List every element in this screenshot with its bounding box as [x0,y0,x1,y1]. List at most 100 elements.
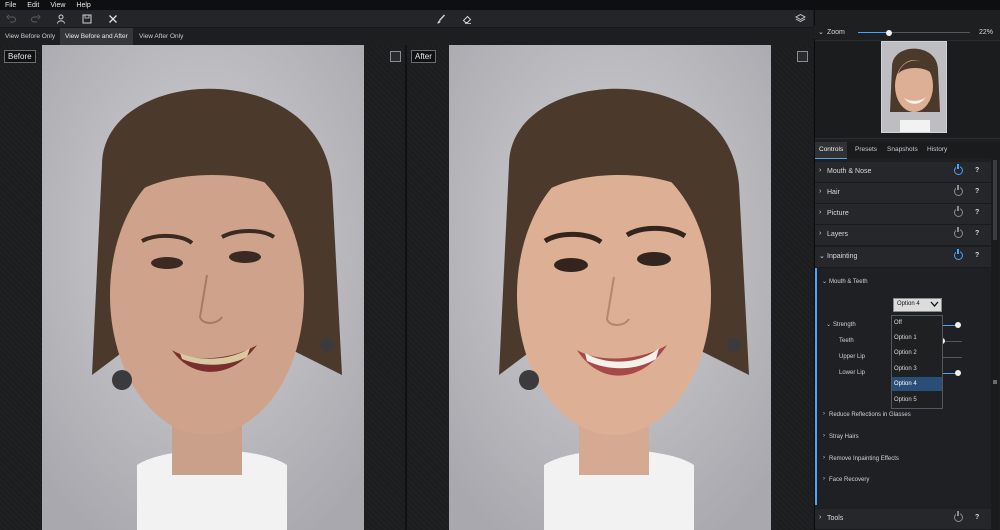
tab-presets[interactable]: Presets [851,142,881,158]
after-pane: After [407,45,813,530]
chevron-right-icon: › [819,209,822,216]
upper-lip-label: Upper Lip [839,354,866,360]
help-icon[interactable]: ? [975,514,979,521]
section-picture[interactable]: › Picture ? [815,204,991,225]
help-icon[interactable]: ? [975,209,979,216]
chevron-right-icon: › [819,514,822,521]
section-label: Layers [827,231,849,238]
close-icon[interactable] [104,10,122,27]
chevron-right-icon: › [819,167,822,174]
section-inpainting[interactable]: ⌄ Inpainting ? [815,247,991,268]
strength-slider-knob[interactable] [955,322,961,328]
help-icon[interactable]: ? [975,252,979,259]
person-icon[interactable] [52,10,70,27]
brush-icon[interactable] [432,10,450,27]
pane-expand-icon[interactable] [797,51,808,62]
subsection-reduce-reflections[interactable]: Reduce Reflections in Glasses [829,412,911,418]
chevron-right-icon: › [823,411,825,417]
view-mode-tabs: View Before Only View Before and After V… [0,28,813,45]
tab-snapshots[interactable]: Snapshots [883,142,922,158]
dropdown-option-5[interactable]: Option 5 [892,393,942,407]
zoom-row: ⌄ Zoom 22% [814,26,1000,39]
section-label: Hair [827,189,840,196]
zoom-slider-knob[interactable] [886,29,893,36]
section-label: Mouth & Nose [827,168,872,175]
help-icon[interactable]: ? [975,230,979,237]
section-hair[interactable]: › Hair ? [815,183,991,204]
dropdown-option-4[interactable]: Option 4 [892,377,942,391]
chevron-down-icon: ⌄ [826,322,832,328]
help-icon[interactable]: ? [975,188,979,195]
inpainting-mode-select[interactable]: Option 4 [893,298,942,312]
power-icon[interactable] [954,511,963,522]
scrollbar-marker [993,380,997,384]
zoom-value: 22% [979,29,994,36]
tab-view-before-only[interactable]: View Before Only [0,28,60,45]
tab-history[interactable]: History [923,142,951,158]
undo-icon[interactable] [2,10,20,27]
dropdown-option-off[interactable]: Off [892,316,942,330]
menu-bar: File Edit View Help [0,0,1000,10]
tab-view-after-only[interactable]: View After Only [134,28,188,45]
scrollbar-thumb[interactable] [993,160,997,240]
before-pane: Before [0,45,405,530]
teeth-label: Teeth [839,338,854,344]
chevron-right-icon: › [823,455,825,461]
subsection-face-recovery[interactable]: Face Recovery [829,477,869,483]
section-tools[interactable]: › Tools ? [815,509,991,530]
menu-view[interactable]: View [50,2,65,9]
chevron-right-icon: › [819,188,822,195]
zoom-label: Zoom [827,29,845,36]
chevron-down-icon: ⌄ [822,279,828,285]
power-icon[interactable] [954,249,963,260]
before-photo [42,45,364,530]
menu-help[interactable]: Help [76,2,90,9]
chevron-right-icon: › [823,433,825,439]
menu-edit[interactable]: Edit [27,2,39,9]
dropdown-option-2[interactable]: Option 2 [892,346,942,360]
dropdown-option-3[interactable]: Option 3 [892,362,942,376]
eraser-icon[interactable] [458,10,476,27]
pane-expand-icon[interactable] [390,51,401,62]
chevron-right-icon: › [823,476,825,482]
control-tabs: Controls Presets Snapshots History [815,142,1000,159]
after-label: After [411,50,436,63]
menu-file[interactable]: File [5,2,16,9]
strength-label: Strength [833,322,856,328]
after-photo [449,45,771,530]
lower-lip-slider-knob[interactable] [955,370,961,376]
inpainting-mode-dropdown-list: Off Option 1 Option 2 Option 3 Option 4 … [891,315,943,409]
zoom-slider[interactable] [858,29,970,36]
section-label: Tools [827,515,844,522]
power-icon[interactable] [954,185,963,196]
power-icon[interactable] [954,164,963,175]
upper-lip-slider[interactable] [940,357,962,358]
select-value: Option 4 [897,301,920,307]
panel-scrollbar[interactable] [991,158,999,530]
subsection-mouth-teeth[interactable]: Mouth & Teeth [829,279,868,285]
tab-controls[interactable]: Controls [815,142,848,159]
toolbar [0,10,813,28]
power-icon[interactable] [954,206,963,217]
zoom-slider-fill [858,32,890,33]
section-mouth-nose[interactable]: › Mouth & Nose ? [815,162,991,183]
before-label: Before [4,50,36,63]
chevron-right-icon: › [819,230,822,237]
subsection-remove-inpainting-effects[interactable]: Remove Inpainting Effects [829,456,899,462]
help-icon[interactable]: ? [975,167,979,174]
section-layers[interactable]: › Layers ? [815,225,991,246]
lower-lip-label: Lower Lip [839,370,866,376]
subsection-stray-hairs[interactable]: Stray Hairs [829,434,859,440]
chevron-down-icon: ⌄ [819,253,825,260]
layers-icon[interactable] [791,10,809,27]
chevron-down-icon [930,301,939,307]
save-icon[interactable] [78,10,96,27]
navigator-thumbnail[interactable] [881,41,947,133]
redo-icon[interactable] [27,10,45,27]
section-label: Picture [827,210,849,217]
tab-view-before-and-after[interactable]: View Before and After [60,28,133,45]
navigator-thumbnail-box [815,40,1000,139]
dropdown-option-1[interactable]: Option 1 [892,331,942,345]
zoom-chevron-icon[interactable]: ⌄ [818,28,824,36]
power-icon[interactable] [954,227,963,238]
